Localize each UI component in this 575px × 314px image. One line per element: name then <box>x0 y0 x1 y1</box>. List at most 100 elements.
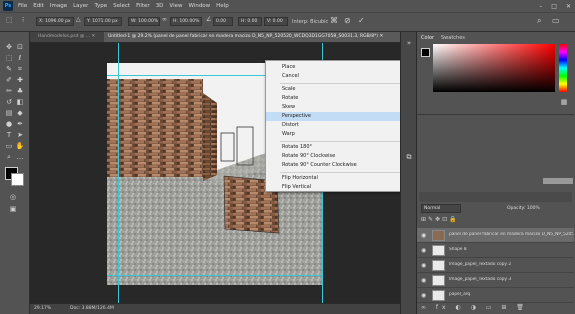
layer-row[interactable]: ◉ panel de panel fabricar en madera maci… <box>417 228 574 243</box>
layer-row[interactable]: ◉ Image_papel_Textado copy 3 <box>417 273 574 288</box>
blur-tool-icon[interactable]: ◆ <box>15 108 25 118</box>
cancel-transform-icon[interactable]: ⊘ <box>344 16 351 25</box>
layers-footer-icons[interactable]: ∞ fx ◐ ◑ ▭ ⊞ 🗑 <box>421 304 571 312</box>
background-color-swatch[interactable] <box>11 173 24 186</box>
type-tool-icon[interactable]: T <box>4 130 14 140</box>
visibility-eye-icon[interactable]: ◉ <box>421 232 426 239</box>
quick-mask-icon[interactable]: ◎ <box>8 192 18 202</box>
menu-filter[interactable]: Filter <box>136 3 150 9</box>
menu-window[interactable]: Window <box>188 3 210 9</box>
eyedropper-tool-icon[interactable]: ✐ <box>4 75 14 85</box>
menu-image[interactable]: Image <box>50 3 67 9</box>
history-panel-icon[interactable]: ⧉ <box>404 152 414 162</box>
panel-scroll-thumb[interactable] <box>543 178 573 184</box>
tab-swatches[interactable]: Swatches <box>441 35 465 41</box>
layer-thumbnail <box>432 290 445 301</box>
menu-help[interactable]: Help <box>216 3 229 9</box>
color-picker-field[interactable] <box>433 44 555 92</box>
menus: File Edit Image Layer Type Select Filter… <box>18 0 229 12</box>
visibility-eye-icon[interactable]: ◉ <box>421 292 426 299</box>
layer-name: panel de panel fabricar en madera macizo… <box>449 232 573 237</box>
commit-transform-icon[interactable]: ✓ <box>358 16 365 25</box>
link-icon[interactable]: ∞ <box>162 16 167 23</box>
layer-name: Image_papel_Textado copy 2 <box>449 262 512 267</box>
menu-bar: Ps File Edit Image Layer Type Select Fil… <box>0 0 575 12</box>
opacity-field[interactable]: Opacity: 100% <box>507 206 540 211</box>
hue-slider[interactable] <box>559 44 567 92</box>
eraser-tool-icon[interactable]: ◧ <box>15 97 25 107</box>
layer-name: Image_papel_Textado copy 3 <box>449 277 512 282</box>
blend-mode-select[interactable]: Normal <box>421 204 461 213</box>
reference-point-icon[interactable]: ⁝ <box>22 16 24 24</box>
pen-tool-icon[interactable]: ✒ <box>15 119 25 129</box>
options-bar: ⬚ ⁝ X: 1096.00 px △ Y: 1071.00 px W: 100… <box>0 12 575 32</box>
quick-select-tool-icon[interactable]: ✎ <box>4 64 14 74</box>
screen-mode-icon[interactable]: ▣ <box>8 204 18 214</box>
layer-name: Shape 8 <box>449 247 467 252</box>
marquee-tool-icon[interactable]: ⬚ <box>4 53 14 63</box>
delta-icon[interactable]: △ <box>76 16 81 23</box>
path-select-tool-icon[interactable]: ➤ <box>15 130 25 140</box>
width-field[interactable]: W: 100.00% <box>128 17 160 26</box>
layer-thumbnail <box>432 275 445 286</box>
maximize-button[interactable]: □ <box>551 3 557 10</box>
search-icon[interactable]: ⌕ <box>537 16 541 26</box>
height-field[interactable]: H: 100.00% <box>170 17 202 26</box>
window-controls: – □ ✕ <box>539 0 571 12</box>
layer-row[interactable]: ◉ Shape 8 <box>417 243 574 258</box>
lasso-tool-icon[interactable]: ℓ <box>15 53 25 63</box>
menu-layer[interactable]: Layer <box>73 3 88 9</box>
collapse-panels-icon[interactable]: » <box>404 38 414 48</box>
status-bar: 29.17% Doc: 3.88M/126.4M <box>30 303 400 314</box>
minimize-button[interactable]: – <box>539 3 542 10</box>
zoom-tool-icon[interactable]: ⌕ <box>4 152 14 162</box>
angle-field[interactable]: 0.00 <box>213 17 233 26</box>
vskew-field[interactable]: V: 0.00 <box>264 17 288 26</box>
horizontal-guide-bottom[interactable] <box>107 275 323 276</box>
color-fg-chip[interactable] <box>421 48 430 57</box>
move-tool-icon[interactable]: ✥ <box>4 42 14 52</box>
hand-tool-icon[interactable]: ✋ <box>15 141 25 151</box>
crop-tool-icon[interactable]: ⌗ <box>15 64 25 74</box>
menu-3d[interactable]: 3D <box>156 3 164 9</box>
x-field[interactable]: X: 1096.00 px <box>36 17 74 26</box>
zoom-level[interactable]: 29.17% <box>34 306 51 311</box>
hskew-field[interactable]: H: 0.00 <box>238 17 262 26</box>
vertical-guide-left[interactable] <box>118 43 119 303</box>
visibility-eye-icon[interactable]: ◉ <box>421 247 426 254</box>
stamp-tool-icon[interactable]: ♣ <box>15 86 25 96</box>
y-field[interactable]: Y: 1071.00 px <box>84 17 122 26</box>
layer-row[interactable]: ◉ papel_arq <box>417 288 574 303</box>
panel-grid-icon[interactable]: ▦ <box>559 97 569 107</box>
menu-view[interactable]: View <box>169 3 182 9</box>
history-brush-icon[interactable]: ↺ <box>4 97 14 107</box>
panel-dock-strip: » ⧉ <box>400 32 416 314</box>
healing-tool-icon[interactable]: ✚ <box>15 75 25 85</box>
menu-edit[interactable]: Edit <box>33 3 44 9</box>
visibility-eye-icon[interactable]: ◉ <box>421 277 426 284</box>
angle-icon: ∠ <box>206 16 212 23</box>
interpolation-select[interactable]: Interp: Bicubic <box>292 19 328 25</box>
artboard-tool-icon[interactable]: ⊡ <box>15 42 25 52</box>
tab-handmodelos[interactable]: Handmodelos.psd @ ... ✕ <box>34 32 110 42</box>
workspace-icon[interactable]: ▭ <box>552 16 560 25</box>
transform-tool-icon[interactable]: ⬚ <box>6 16 13 24</box>
more-tools-icon[interactable]: … <box>15 152 25 162</box>
layer-row[interactable]: ◉ Image_papel_Textado copy 2 <box>417 258 574 273</box>
visibility-eye-icon[interactable]: ◉ <box>421 262 426 269</box>
close-button[interactable]: ✕ <box>566 3 571 10</box>
menu-select[interactable]: Select <box>113 3 130 9</box>
shape-tool-icon[interactable]: ▭ <box>4 141 14 151</box>
dodge-tool-icon[interactable]: ● <box>4 119 14 129</box>
tab-color[interactable]: Color <box>421 35 434 41</box>
menu-file[interactable]: File <box>18 3 27 9</box>
gradient-tool-icon[interactable]: ▤ <box>4 108 14 118</box>
layer-thumbnail <box>432 230 445 241</box>
right-panels: Color Swatches ▦ Normal Opacity: 100% ⊞✎… <box>416 32 575 314</box>
brush-tool-icon[interactable]: ✏ <box>4 86 14 96</box>
layer-lock-icons[interactable]: ⊞✎✥⊡🔒 <box>421 216 521 224</box>
menu-type[interactable]: Type <box>94 3 107 9</box>
warp-mode-icon[interactable]: ⌘ <box>330 16 338 25</box>
tab-untitled-1[interactable]: Untitled-1 @ 29.2% (panel de panel fabri… <box>104 32 404 42</box>
document-tabs: Handmodelos.psd @ ... ✕ Untitled-1 @ 29.… <box>30 32 404 43</box>
